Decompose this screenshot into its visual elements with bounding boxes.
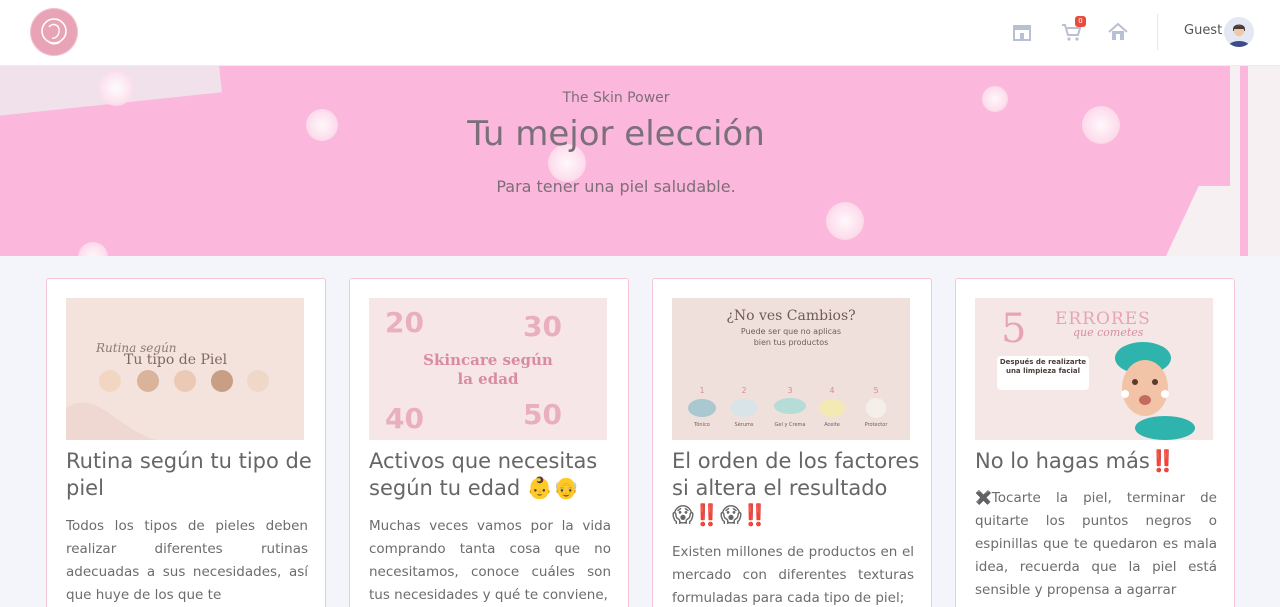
hero-title: Tu mejor elección — [467, 114, 765, 154]
card-image-text: bien tus productos — [754, 338, 829, 347]
card-title[interactable]: Rutina según tu tipo de piel — [66, 448, 316, 502]
card-image-text: Gel y Crema — [775, 422, 806, 428]
face-tone-icons — [99, 370, 269, 392]
card-image-text: la edad — [458, 370, 519, 388]
card-image[interactable]: 5 ERRORES que cometes Después de realiza… — [975, 298, 1213, 440]
card-image-text: 30 — [523, 310, 562, 343]
hero-decoration — [1230, 66, 1280, 256]
card-image-text: 2 — [741, 386, 746, 395]
card-image-text: 1 — [699, 386, 704, 395]
article-card[interactable]: 20 30 Skincare según la edad 40 50 Activ… — [349, 278, 629, 607]
avatar-icon — [1224, 17, 1254, 47]
store-icon[interactable] — [1011, 22, 1033, 42]
card-image-text: 4 — [829, 386, 834, 395]
brand-logo[interactable] — [30, 8, 78, 56]
article-card[interactable]: 5 ERRORES que cometes Después de realiza… — [955, 278, 1235, 607]
hero-bubble — [826, 202, 864, 240]
card-text: ✖️Tocarte la piel, terminar de quitarte … — [975, 490, 1217, 598]
card-image[interactable]: ¿No ves Cambios? Puede ser que no aplica… — [672, 298, 910, 440]
article-card[interactable]: ¿No ves Cambios? Puede ser que no aplica… — [652, 278, 932, 607]
woman-towel-icon — [1115, 342, 1195, 440]
card-image[interactable]: 20 30 Skincare según la edad 40 50 — [369, 298, 607, 440]
home-icon[interactable] — [1107, 22, 1129, 42]
card-title[interactable]: Activos que necesitas según tu edad 👶👴 — [369, 448, 619, 502]
hero-decoration — [1240, 66, 1248, 256]
card-image[interactable]: Rutina según Tu tipo de Piel — [66, 298, 304, 440]
card-image-text: Sérums — [735, 421, 754, 428]
cart-count-badge: 0 — [1075, 16, 1086, 27]
article-card[interactable]: Rutina según Tu tipo de Piel Rutina segú… — [46, 278, 326, 607]
card-image-text: 5 — [1001, 306, 1026, 352]
card-image-text: 50 — [523, 398, 562, 431]
cart-icon[interactable]: 0 — [1061, 16, 1086, 42]
user-avatar[interactable] — [1224, 17, 1254, 47]
card-image-text: Skincare según — [423, 351, 553, 369]
card-image-text: Protector — [865, 422, 889, 428]
card-image-text: ¿No ves Cambios? — [726, 308, 855, 324]
card-text: Muchas veces vamos por la vida comprando… — [369, 518, 611, 603]
card-image-text: que cometes — [1073, 326, 1144, 339]
top-navbar: 0 Guest — [0, 0, 1280, 66]
nav-divider — [1157, 14, 1158, 50]
hero-bubble — [78, 242, 108, 256]
card-text: Existen millones de productos en el merc… — [672, 544, 914, 606]
face-logo-icon — [41, 18, 67, 45]
card-image-text: 20 — [385, 306, 424, 339]
hero-subtitle: The Skin Power — [562, 90, 670, 106]
product-icons — [688, 398, 886, 418]
card-image-text: Tu tipo de Piel — [124, 352, 228, 368]
card-title[interactable]: El orden de los factores si altera el re… — [672, 448, 922, 529]
card-title[interactable]: No lo hagas más‼️ — [975, 448, 1225, 475]
user-name[interactable]: Guest — [1184, 23, 1222, 38]
card-image-text: 40 — [385, 402, 424, 435]
hero-tagline: Para tener una piel saludable. — [496, 177, 736, 196]
card-text: Todos los tipos de pieles deben realizar… — [66, 518, 308, 603]
card-image-text: 3 — [787, 386, 792, 395]
card-image-text: Puede ser que no aplicas — [741, 327, 841, 336]
card-image-text: Después de realizarte una limpieza facia… — [999, 358, 1087, 375]
hero-banner: The Skin Power Tu mejor elección Para te… — [0, 66, 1280, 256]
card-image-text: Aceite — [824, 422, 840, 428]
card-image-text: 5 — [873, 386, 878, 395]
card-image-text: Tónico — [693, 421, 710, 428]
